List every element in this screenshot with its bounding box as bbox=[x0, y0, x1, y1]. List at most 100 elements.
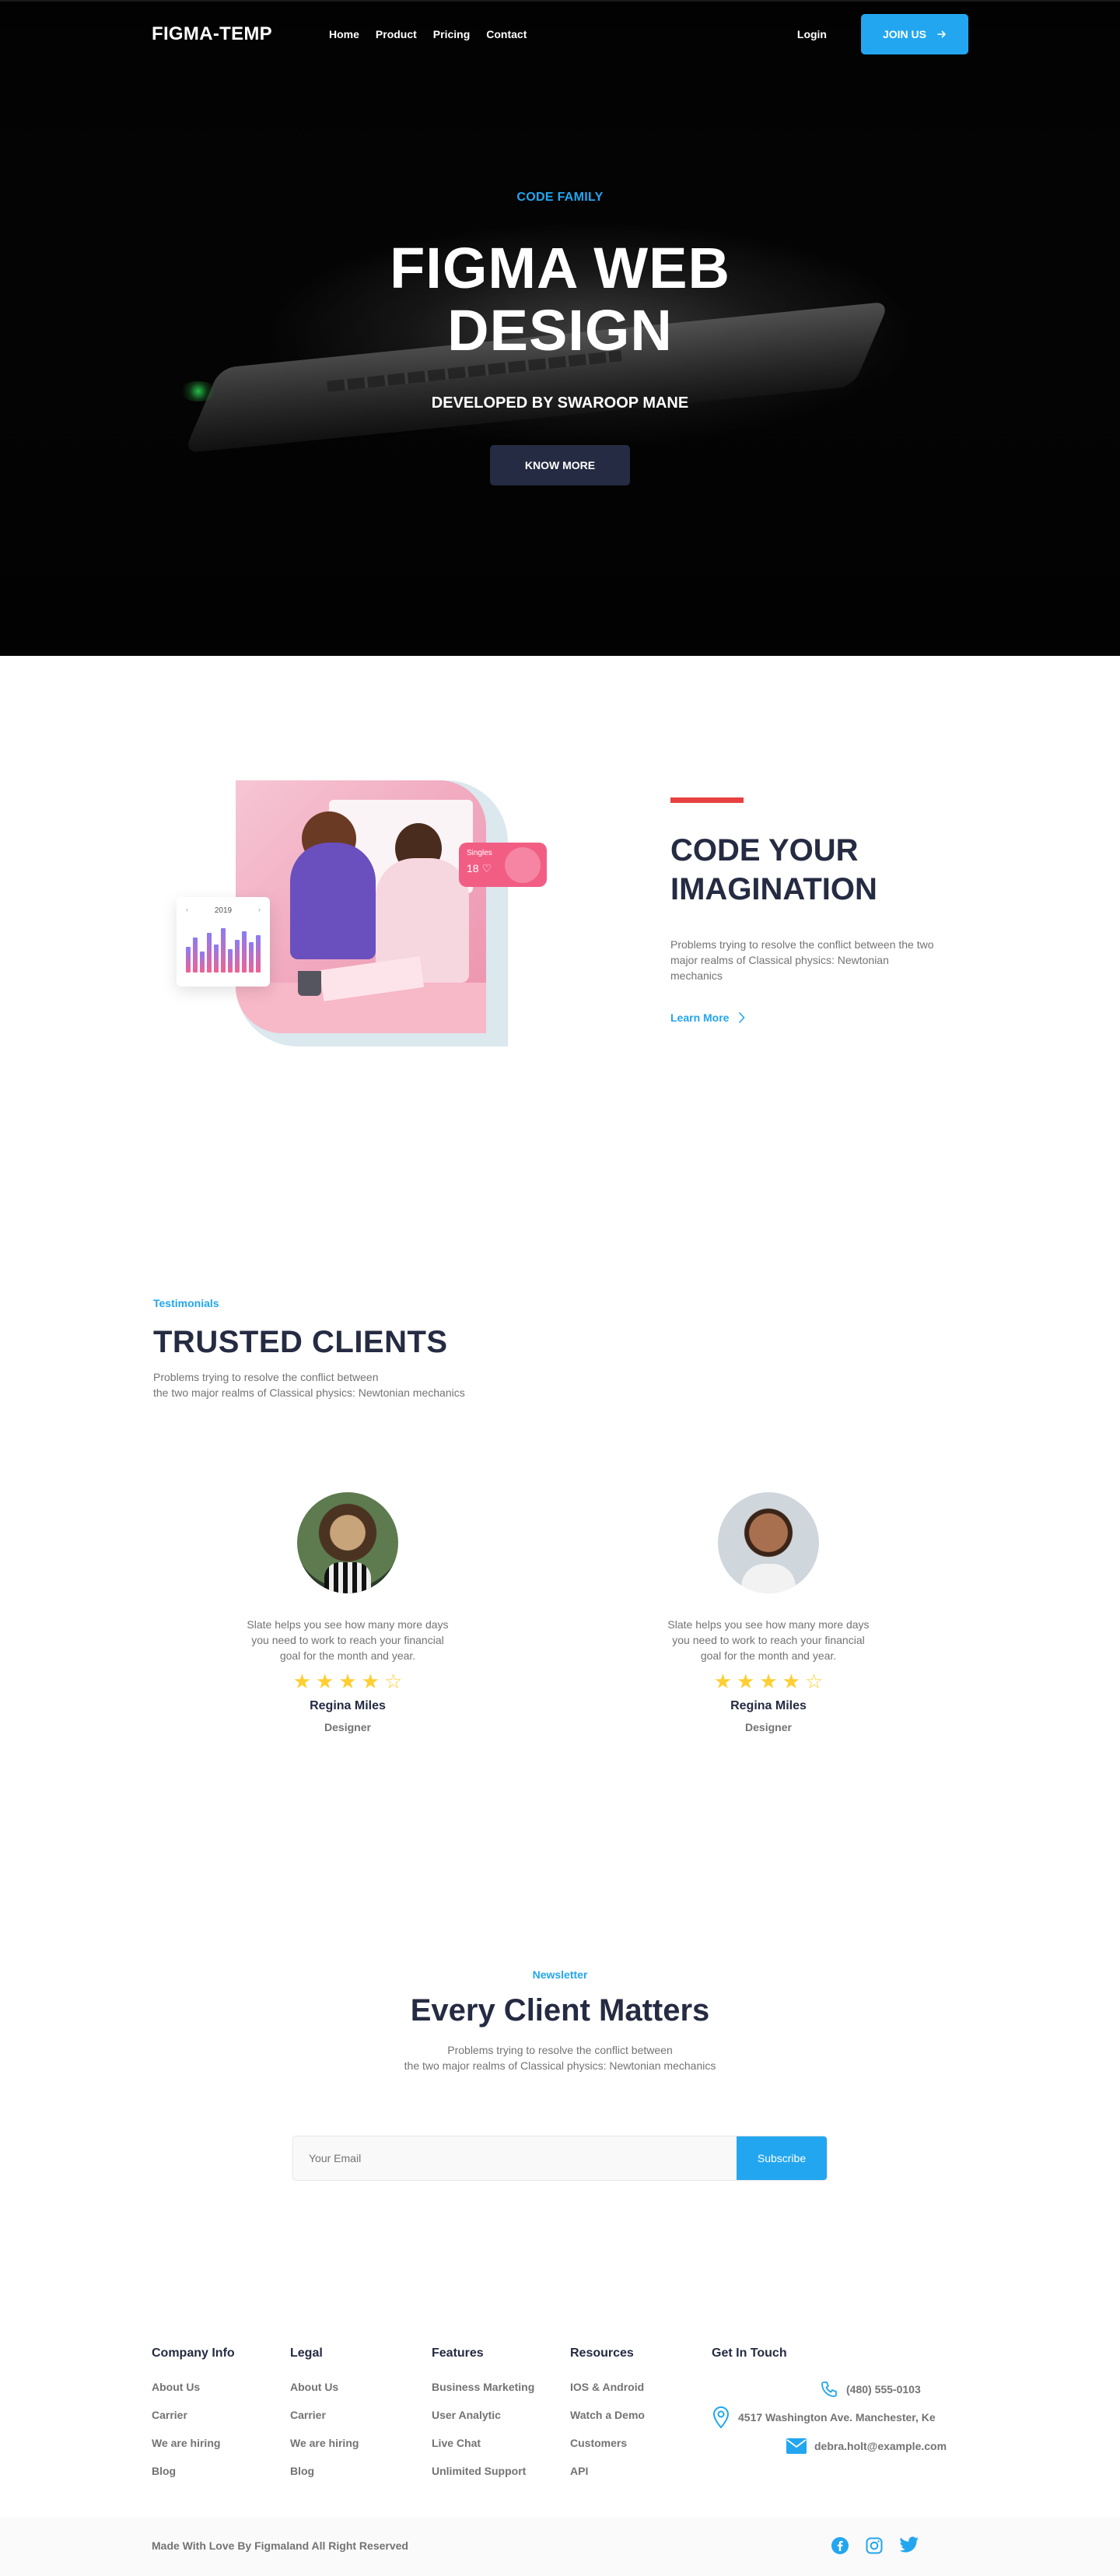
team-photo bbox=[236, 780, 486, 1033]
brand-logo[interactable]: FIGMA-TEMP bbox=[152, 23, 329, 45]
footer-link[interactable]: User Analytic bbox=[432, 2409, 534, 2421]
subscribe-form: Your Email Subscribe bbox=[292, 2136, 828, 2181]
testimonial-role: Designer bbox=[745, 1721, 792, 1733]
twitter-icon[interactable] bbox=[899, 2536, 919, 2553]
mug bbox=[298, 971, 321, 996]
bar bbox=[256, 935, 261, 973]
footer-link[interactable]: IOS & Android bbox=[570, 2381, 645, 2393]
heart-icon: ♡ bbox=[481, 862, 492, 874]
hero-title: FIGMA WEB DESIGN bbox=[0, 237, 1120, 362]
newsletter-desc-line1: Problems trying to resolve the conflict … bbox=[447, 2044, 673, 2056]
footer-link[interactable]: Carrier bbox=[152, 2409, 235, 2421]
facebook-icon[interactable] bbox=[831, 2536, 849, 2555]
hero-subtitle: DEVELOPED BY SWAROOP MANE bbox=[431, 394, 689, 412]
footer-link[interactable]: API bbox=[570, 2465, 645, 2477]
footer-link[interactable]: Carrier bbox=[290, 2409, 359, 2421]
chart-year: 2019 bbox=[214, 906, 233, 915]
navbar: FIGMA-TEMP Home Product Pricing Contact … bbox=[152, 14, 968, 54]
arrow-right-icon bbox=[937, 30, 947, 38]
testimonial-name: Regina Miles bbox=[310, 1699, 386, 1712]
footer-link[interactable]: Unlimited Support bbox=[432, 2465, 534, 2477]
feature-text: CODE YOUR IMAGINATION Problems trying to… bbox=[670, 797, 950, 1024]
footer-link[interactable]: About Us bbox=[152, 2381, 235, 2393]
bar bbox=[249, 942, 254, 973]
testimonials-desc-line1: Problems trying to resolve the conflict … bbox=[153, 1371, 379, 1383]
footer-column-features: Features Business Marketing User Analyti… bbox=[432, 2346, 534, 2477]
star-filled-icon: ★ bbox=[361, 1670, 380, 1693]
join-us-button[interactable]: JOIN US bbox=[861, 14, 968, 54]
star-filled-icon: ★ bbox=[316, 1670, 334, 1693]
bar bbox=[235, 940, 240, 973]
bar bbox=[242, 931, 247, 973]
footer-column-title: Legal bbox=[290, 2346, 323, 2360]
nav-link-pricing[interactable]: Pricing bbox=[433, 28, 470, 40]
star-outline-icon: ☆ bbox=[383, 1670, 403, 1693]
footer-column-company: Company Info About Us Carrier We are hir… bbox=[152, 2346, 235, 2477]
footer-link[interactable]: Live Chat bbox=[432, 2437, 534, 2449]
login-link[interactable]: Login bbox=[797, 28, 827, 40]
testimonials-kicker: Testimonials bbox=[153, 1297, 219, 1309]
star-filled-icon: ★ bbox=[713, 1670, 733, 1693]
footer-link[interactable]: About Us bbox=[290, 2381, 359, 2393]
nav-link-contact[interactable]: Contact bbox=[486, 28, 527, 40]
learn-more-link[interactable]: Learn More bbox=[670, 1011, 950, 1024]
footer-links: About Us Carrier We are hiring Blog bbox=[290, 2381, 359, 2477]
testimonial-role: Designer bbox=[324, 1721, 371, 1733]
testimonial-name: Regina Miles bbox=[730, 1699, 807, 1712]
footer-link[interactable]: Business Marketing bbox=[432, 2381, 534, 2393]
singles-card: Singles 18 ♡ bbox=[459, 843, 547, 887]
chevron-right-icon: › bbox=[258, 906, 261, 913]
footer-link[interactable]: Customers bbox=[570, 2437, 645, 2449]
avatar bbox=[718, 1492, 819, 1593]
bar bbox=[200, 952, 205, 973]
bar bbox=[186, 947, 191, 973]
footer-links: Business Marketing User Analytic Live Ch… bbox=[432, 2381, 534, 2477]
footer-column-resources: Resources IOS & Android Watch a Demo Cus… bbox=[570, 2346, 645, 2477]
testimonial-card: Slate helps you see how many more days y… bbox=[660, 1492, 877, 1733]
testimonial-quote: Slate helps you see how many more days y… bbox=[247, 1618, 449, 1662]
footer-column-title: Features bbox=[432, 2346, 484, 2360]
bar bbox=[221, 928, 226, 973]
nav-link-home[interactable]: Home bbox=[329, 28, 359, 40]
star-filled-icon: ★ bbox=[737, 1670, 755, 1693]
bar bbox=[193, 938, 198, 973]
bar bbox=[207, 933, 212, 973]
hero-title-line2: DESIGN bbox=[447, 298, 673, 363]
footer-link[interactable]: We are hiring bbox=[290, 2437, 359, 2449]
copyright-text: Made With Love By Figmaland All Right Re… bbox=[152, 2539, 408, 2552]
footer-link[interactable]: Watch a Demo bbox=[570, 2409, 645, 2421]
subscribe-button[interactable]: Subscribe bbox=[737, 2136, 827, 2180]
footer-links: About Us Carrier We are hiring Blog bbox=[152, 2381, 235, 2477]
star-filled-icon: ★ bbox=[782, 1670, 800, 1693]
contact-email-text: debra.holt@example.com bbox=[814, 2440, 947, 2452]
footer-column-title: Resources bbox=[570, 2346, 634, 2360]
footer-link[interactable]: Blog bbox=[152, 2465, 235, 2477]
contact-phone[interactable]: (480) 555-0103 bbox=[820, 2380, 921, 2399]
footer-link[interactable]: We are hiring bbox=[152, 2437, 235, 2449]
contact-phone-text: (480) 555-0103 bbox=[846, 2383, 921, 2396]
instagram-icon[interactable] bbox=[865, 2536, 884, 2555]
footer-link[interactable]: Blog bbox=[290, 2465, 359, 2477]
star-filled-icon: ★ bbox=[759, 1670, 778, 1693]
contact-email[interactable]: debra.holt@example.com bbox=[786, 2438, 947, 2454]
newsletter-section: Newsletter Every Client Matters Problems… bbox=[0, 1968, 1120, 2073]
nav-link-product[interactable]: Product bbox=[376, 28, 417, 40]
bar bbox=[228, 949, 233, 973]
testimonials-title: TRUSTED CLIENTS bbox=[153, 1325, 448, 1359]
mail-icon bbox=[786, 2438, 807, 2454]
avatar bbox=[297, 1492, 398, 1593]
know-more-button[interactable]: KNOW MORE bbox=[490, 445, 630, 485]
contact-address[interactable]: 4517 Washington Ave. Manchester, Ke bbox=[712, 2406, 936, 2429]
singles-number: 18 bbox=[467, 862, 479, 874]
chevron-right-icon bbox=[739, 1011, 746, 1024]
person-body bbox=[290, 843, 376, 959]
hero-kicker: CODE FAMILY bbox=[516, 191, 604, 204]
footer-links: IOS & Android Watch a Demo Customers API bbox=[570, 2381, 645, 2477]
testimonial-quote: Slate helps you see how many more days y… bbox=[667, 1618, 870, 1662]
contact-address-text: 4517 Washington Ave. Manchester, Ke bbox=[738, 2411, 936, 2424]
email-input[interactable]: Your Email bbox=[293, 2136, 737, 2180]
feature-description: Problems trying to resolve the conflict … bbox=[670, 938, 934, 982]
newsletter-kicker: Newsletter bbox=[532, 1968, 588, 1981]
star-filled-icon: ★ bbox=[292, 1670, 312, 1693]
location-pin-icon bbox=[712, 2406, 730, 2429]
